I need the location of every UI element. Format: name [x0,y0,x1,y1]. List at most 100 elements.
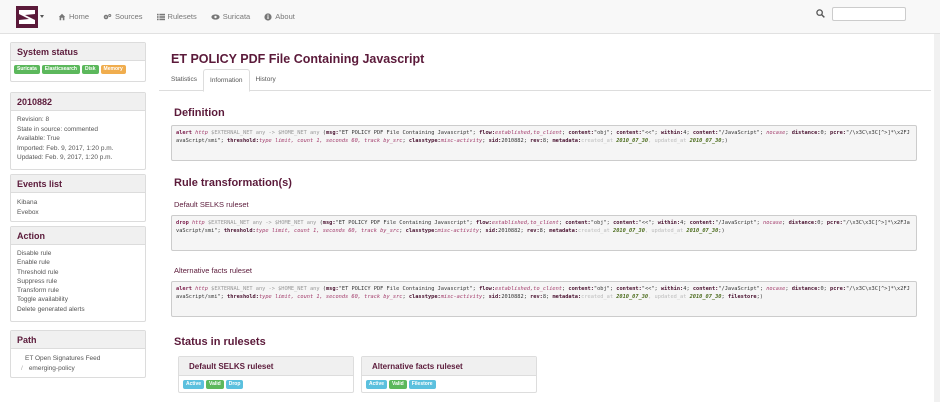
action-disable-rule[interactable]: Disable rule [17,249,139,258]
eye-icon [211,13,220,20]
rule-updated: Updated: Feb. 9, 2017, 1:20 p.m. [17,154,113,162]
code-content2: "<<" [641,286,655,292]
search-icon[interactable] [816,9,825,18]
code-within: 4 [680,220,684,226]
code-action: drop [176,220,189,226]
code-created: 2010_07_30 [616,138,649,145]
code-sid: 2010882 [501,294,524,301]
badge-valid: Valid [389,380,407,389]
code-src: $EXTERNAL_NET any -> $HOME_NET any [211,286,320,292]
chevron-down-icon[interactable] [40,15,44,18]
status-card-default: Default SELKS ruleset Active Valid Drop [178,356,354,393]
nav-suricata[interactable]: Suricata [211,12,251,21]
action-delete-alerts[interactable]: Delete generated alerts [17,305,139,314]
path-source-link[interactable]: ET Open Signatures Feed [17,354,139,364]
code-flow: established,to_client [491,220,559,226]
system-status-title: System status [11,43,145,61]
code-threshold: type limit, count 1, seconds 60, track b… [255,228,400,235]
code-proto: http [195,130,208,136]
status-badge-disk[interactable]: Disk [81,65,99,74]
code-msg: "ET POLICY PDF File Containing Javascrip… [338,286,473,292]
nav-suricata-label: Suricata [222,12,251,21]
status-card-default-title[interactable]: Default SELKS ruleset [179,357,353,376]
transform-default-heading: Default SELKS ruleset [174,200,249,209]
code-action: alert [176,286,192,292]
events-list-title: Events list [11,175,145,193]
definition-heading: Definition [174,107,225,119]
code-proto: http [195,286,208,292]
path-category-link[interactable]: emerging-policy [29,365,75,372]
code-threshold: type limit, count 1, seconds 60, track b… [258,138,403,145]
code-classtype: misc-activity [440,138,483,145]
rule-transform-default-code: drop http $EXTERNAL_NET any -> $HOME_NET… [171,215,917,251]
events-link-kibana[interactable]: Kibana [17,198,139,208]
rule-transform-alt-code: alert http $EXTERNAL_NET any -> $HOME_NE… [171,281,917,317]
nav-home[interactable]: Home [58,12,89,21]
code-proto: http [191,220,205,226]
selks-logo-icon[interactable] [16,6,38,28]
status-badge-memory[interactable]: Memory [100,65,126,74]
rule-sid-title: 2010882 [11,93,145,111]
rule-definition-code: alert http $EXTERNAL_NET any -> $HOME_NE… [171,125,917,161]
code-sid: 2010882 [498,228,521,235]
action-panel: Action Disable rule Enable rule Threshol… [10,226,146,322]
nav-home-label: Home [69,12,90,21]
action-transform-rule[interactable]: Transform rule [17,286,139,295]
transform-alt-heading: Alternative facts ruleset [174,266,252,275]
action-enable-rule[interactable]: Enable rule [17,258,139,267]
nav-sources-label: Sources [115,12,143,21]
status-card-alternative-title[interactable]: Alternative facts ruleset [362,357,536,376]
code-classtype: misc-activity [440,294,483,301]
code-rev: 8 [542,138,547,145]
code-content2: "<<" [638,220,652,226]
code-distance: 0 [820,286,824,292]
code-threshold: type limit, count 1, seconds 60, track b… [258,294,403,301]
action-suppress-rule[interactable]: Suppress rule [17,277,139,286]
action-title: Action [11,227,145,245]
info-icon [264,12,272,21]
code-created: 2010_07_30 [616,294,649,301]
code-flow: established,to_client [495,130,562,136]
code-src: $EXTERNAL_NET any -> $HOME_NET any [211,130,320,136]
rule-info-panel: 2010882 Revision: 8 State in source: com… [10,92,146,170]
code-content1: "obj" [590,220,607,226]
code-within: 4 [683,286,687,292]
code-msg: "ET POLICY PDF File Containing Javascrip… [335,220,470,226]
page-scrollbar[interactable] [934,34,940,402]
code-content1: "obj" [593,286,610,292]
nav-about[interactable]: About [264,12,295,21]
nav-sources[interactable]: Sources [103,12,143,21]
system-status-panel: System status Suricata Elasticsearch Dis… [10,42,146,82]
nav-about-label: About [275,12,295,21]
code-updated: 2010_07_30 [689,138,722,145]
badge-filestore: Filestore [408,380,436,389]
code-content3: "/JavaScript" [718,286,760,292]
code-filestore: filestore [727,294,757,301]
events-link-evebox[interactable]: Evebox [17,208,139,218]
rule-imported: Imported: Feb. 9, 2017, 1:20 p.m. [17,144,114,152]
action-threshold-rule[interactable]: Threshold rule [17,268,139,277]
status-badge-elasticsearch[interactable]: Elasticsearch [41,65,80,74]
code-classtype: misc-activity [437,228,480,235]
status-badge-suricata[interactable]: Suricata [14,65,40,74]
code-rev: 8 [539,228,543,235]
code-rev: 8 [542,294,547,301]
code-content2: "<<" [641,130,655,136]
nav-rulesets-label: Rulesets [167,12,197,21]
tab-statistics[interactable]: Statistics [165,69,203,91]
cogs-icon [103,13,112,19]
tab-information[interactable]: Information [203,69,250,92]
rule-available: Available: True [17,135,60,143]
badge-valid: Valid [206,380,224,389]
tab-history[interactable]: History [250,69,282,91]
action-toggle-availability[interactable]: Toggle availability [17,295,139,304]
rule-revision: Revision: 8 [17,116,50,123]
nav-rulesets[interactable]: Rulesets [156,12,197,21]
badge-drop: Drop [225,380,244,389]
code-action: alert [176,130,192,136]
page-title: ET POLICY PDF File Containing Javascript [171,52,425,66]
top-navbar: Home Sources Rulesets Suricata About [0,0,940,34]
search-input[interactable] [832,7,906,21]
status-card-alternative: Alternative facts ruleset Active Valid F… [361,356,537,393]
code-sid: 2010882 [501,138,524,145]
